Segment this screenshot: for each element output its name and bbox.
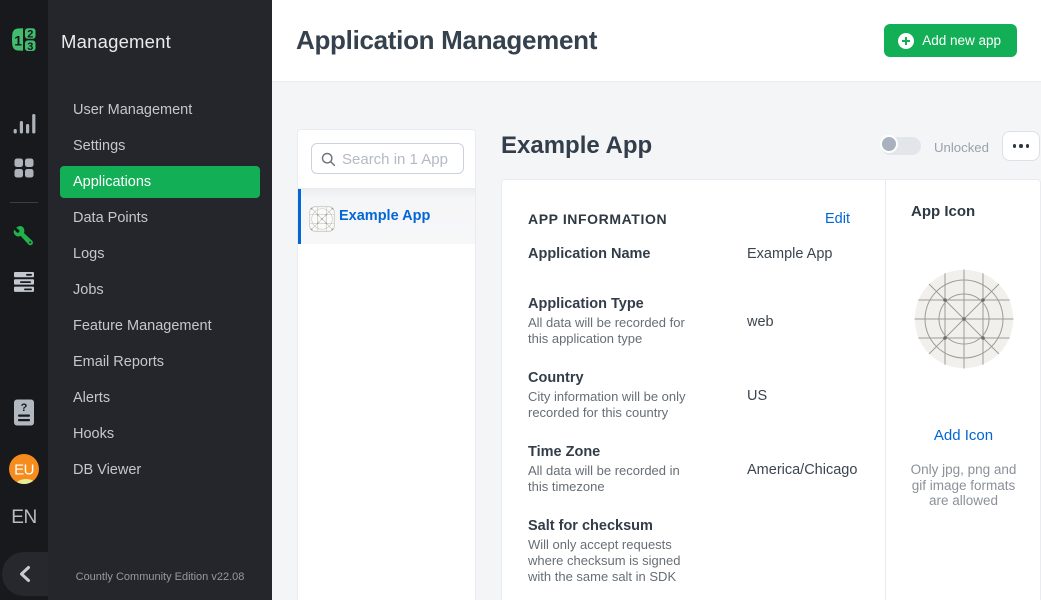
svg-text:EU: EU: [14, 462, 34, 479]
svg-text:2: 2: [27, 29, 33, 41]
svg-text:?: ?: [21, 402, 28, 414]
svg-text:3: 3: [27, 41, 33, 51]
svg-text:1: 1: [14, 33, 22, 49]
